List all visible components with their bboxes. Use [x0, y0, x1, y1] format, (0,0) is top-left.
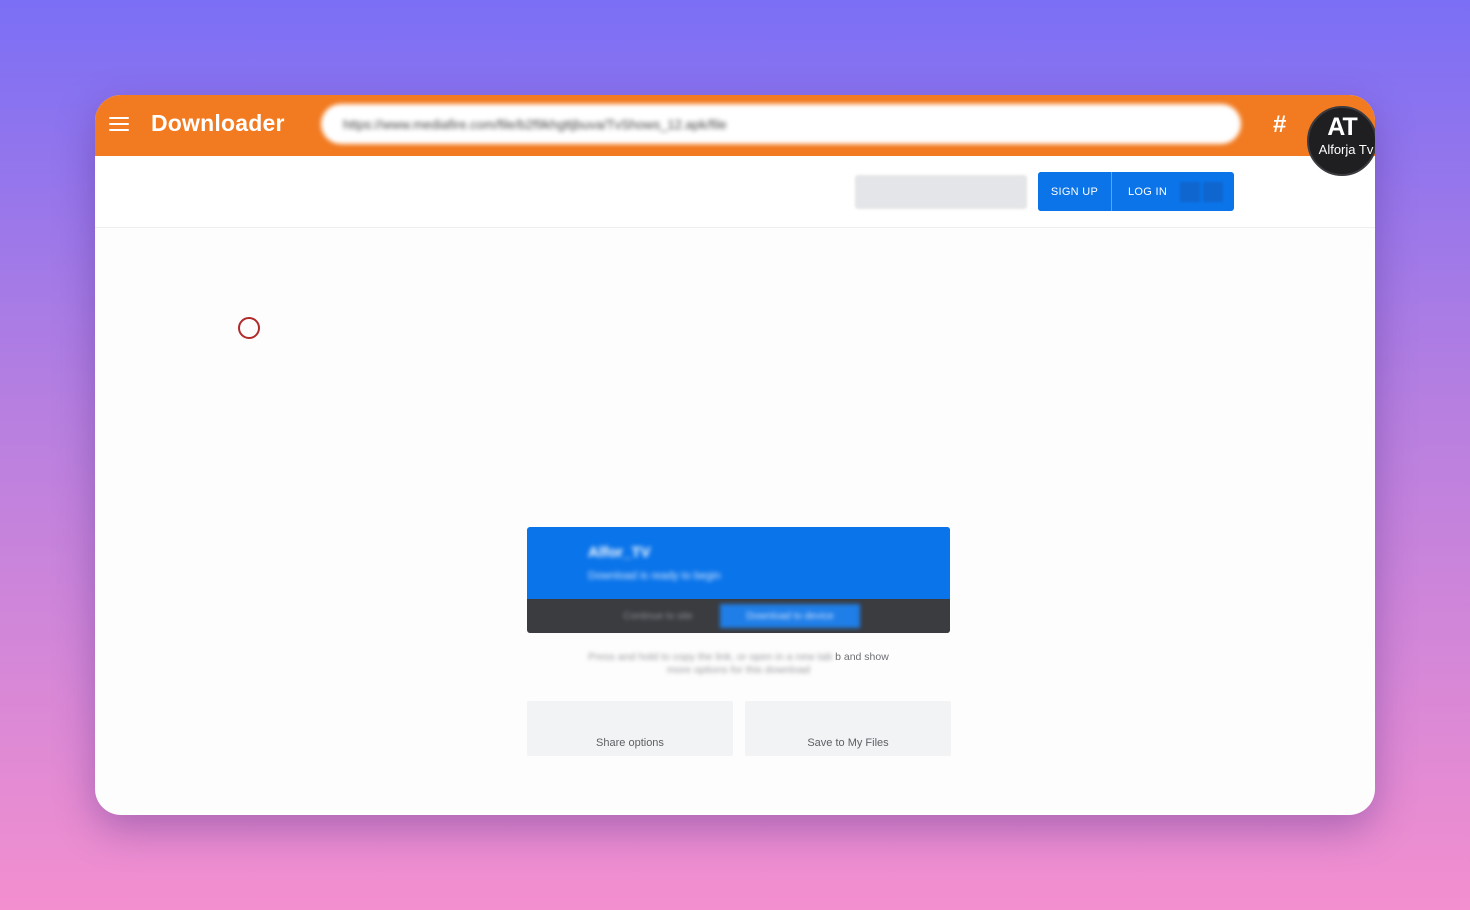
avatar-name: Alforja Tv	[1318, 142, 1374, 157]
app-bar: Downloader #	[95, 95, 1375, 156]
extra-icon[interactable]	[1180, 181, 1200, 202]
save-to-files-button[interactable]: Save to My Files	[745, 701, 951, 756]
auth-extra-icons[interactable]	[1178, 172, 1234, 211]
description-visible: b and show	[835, 651, 889, 663]
url-input[interactable]	[321, 104, 1241, 144]
login-button[interactable]: LOG IN	[1112, 172, 1178, 211]
download-card-actions: Continue to site Download to device	[527, 599, 950, 633]
channel-avatar: AT Alforja Tv	[1307, 106, 1375, 176]
download-card-header: Alfor_TV Download is ready to begin	[527, 527, 950, 599]
auth-buttons: SIGN UP LOG IN	[1038, 172, 1234, 211]
signup-button[interactable]: SIGN UP	[1038, 172, 1112, 211]
download-card-subtitle: Download is ready to begin	[588, 570, 721, 582]
card-edge	[889, 527, 950, 633]
description-blurred: Press and hold to copy the link, or open…	[588, 651, 833, 663]
share-options-button[interactable]: Share options	[527, 701, 733, 756]
avatar-monogram: AT	[1327, 113, 1357, 141]
app-brand: Downloader	[151, 110, 285, 136]
extra-icon[interactable]	[1203, 181, 1223, 202]
menu-icon[interactable]	[109, 115, 129, 133]
description-line-2: more options for this download	[667, 664, 810, 676]
search-box-placeholder[interactable]	[855, 175, 1027, 209]
browser-window: Downloader # SIGN UP LOG IN AT Alforja T…	[95, 95, 1375, 815]
cursor-indicator	[238, 317, 260, 339]
continue-button[interactable]: Continue to site	[599, 604, 717, 628]
sub-toolbar: SIGN UP LOG IN	[95, 156, 1375, 228]
download-button[interactable]: Download to device	[720, 604, 860, 628]
download-description: Press and hold to copy the link, or open…	[527, 651, 950, 677]
hash-icon[interactable]: #	[1273, 111, 1286, 139]
download-card: Alfor_TV Download is ready to begin Cont…	[527, 527, 950, 633]
download-card-title: Alfor_TV	[588, 544, 651, 561]
